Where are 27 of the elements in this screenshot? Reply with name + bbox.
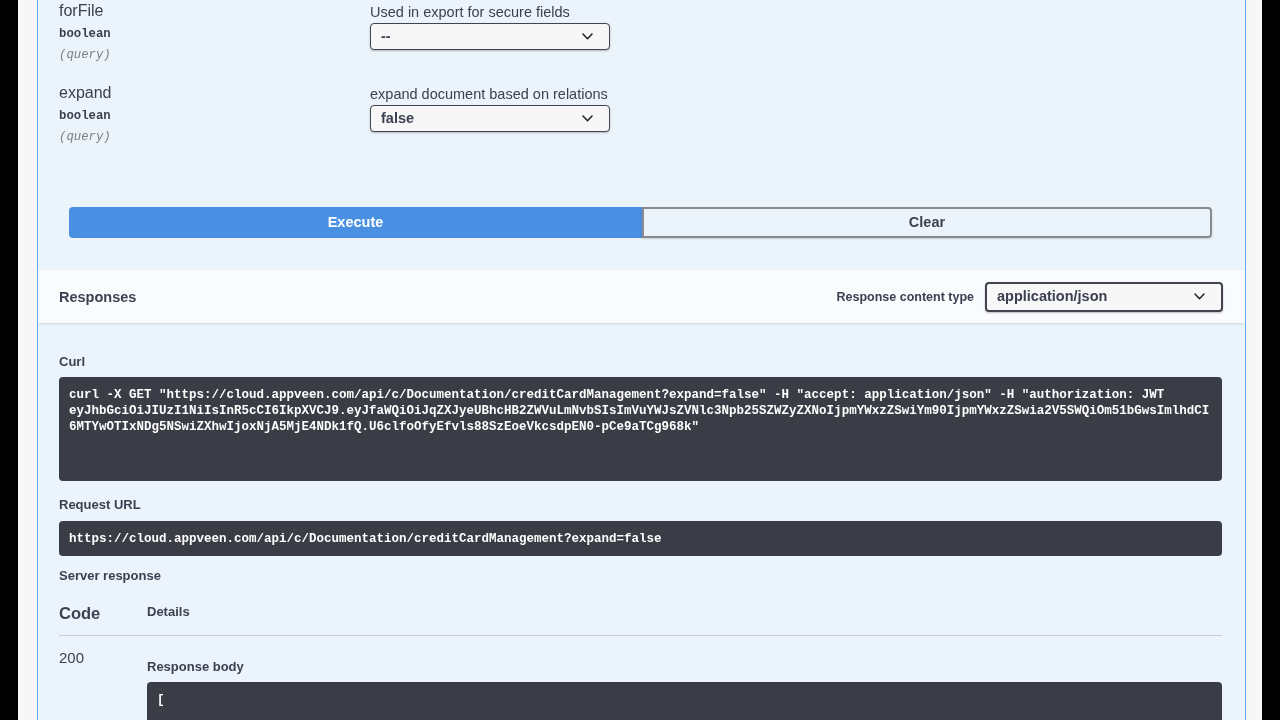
column-header: Code xyxy=(59,603,102,623)
field-label: Response content type xyxy=(836,288,974,305)
status-code: 200 xyxy=(59,648,86,668)
content-type-select[interactable]: application/json xyxy=(985,281,1223,312)
chevron-down-icon xyxy=(1194,293,1205,300)
parameter-description: Used in export for secure fields xyxy=(370,3,570,22)
section-label: Response body xyxy=(147,659,245,675)
parameter-name: expand xyxy=(59,83,112,103)
section-label: Request URL xyxy=(59,497,142,513)
curl-code-block: curl -X GET "https://cloud.appveen.com/api/c/Documentation/creditCardManagement?expand=false" -H "accept: application/json" -H "authorization: JWT eyJhbGciOiJIUzI1NiIsInR5cCI6IkpXVCJ9.eyJfaWQiOiJqZXJyeUBhcHB2ZWVuLmNvbSIsImVuYWJsZVNlc3Npb25SZWZyZXNoIjpmYWxzZSwiYm90IjpmYWxzZSwia2V5SWQiOm51bGwsImlhdCI6MTYwOTIxNDg5NSwiZXhwIjoxNjA5MjE4NDk1fQ.U6clfoOfyEfvls88SzEoeVkcsdpEN0-pCe9aTCg968k" xyxy=(59,377,1222,481)
parameter-name: forFile xyxy=(59,1,104,21)
parameter-select[interactable]: -- xyxy=(370,23,610,50)
parameter-type: boolean xyxy=(59,108,111,124)
parameter-select[interactable]: false xyxy=(370,105,610,132)
chevron-down-icon xyxy=(582,115,593,122)
request-url-code-block: https://cloud.appveen.com/api/c/Documentation/creditCardManagement?expand=false xyxy=(59,521,1222,556)
chevron-down-icon xyxy=(582,33,593,40)
response-body-code-block: [ xyxy=(147,682,1222,720)
parameter-location: (query) xyxy=(59,129,111,145)
column-header: Details xyxy=(147,603,190,620)
clear-button[interactable]: Clear xyxy=(642,207,1212,238)
section-label: Server response xyxy=(59,568,162,584)
section-title: Responses xyxy=(59,287,137,307)
section-label: Curl xyxy=(59,354,86,370)
parameter-location: (query) xyxy=(59,47,111,63)
parameter-type: boolean xyxy=(59,26,111,42)
parameter-description: expand document based on relations xyxy=(370,85,608,104)
